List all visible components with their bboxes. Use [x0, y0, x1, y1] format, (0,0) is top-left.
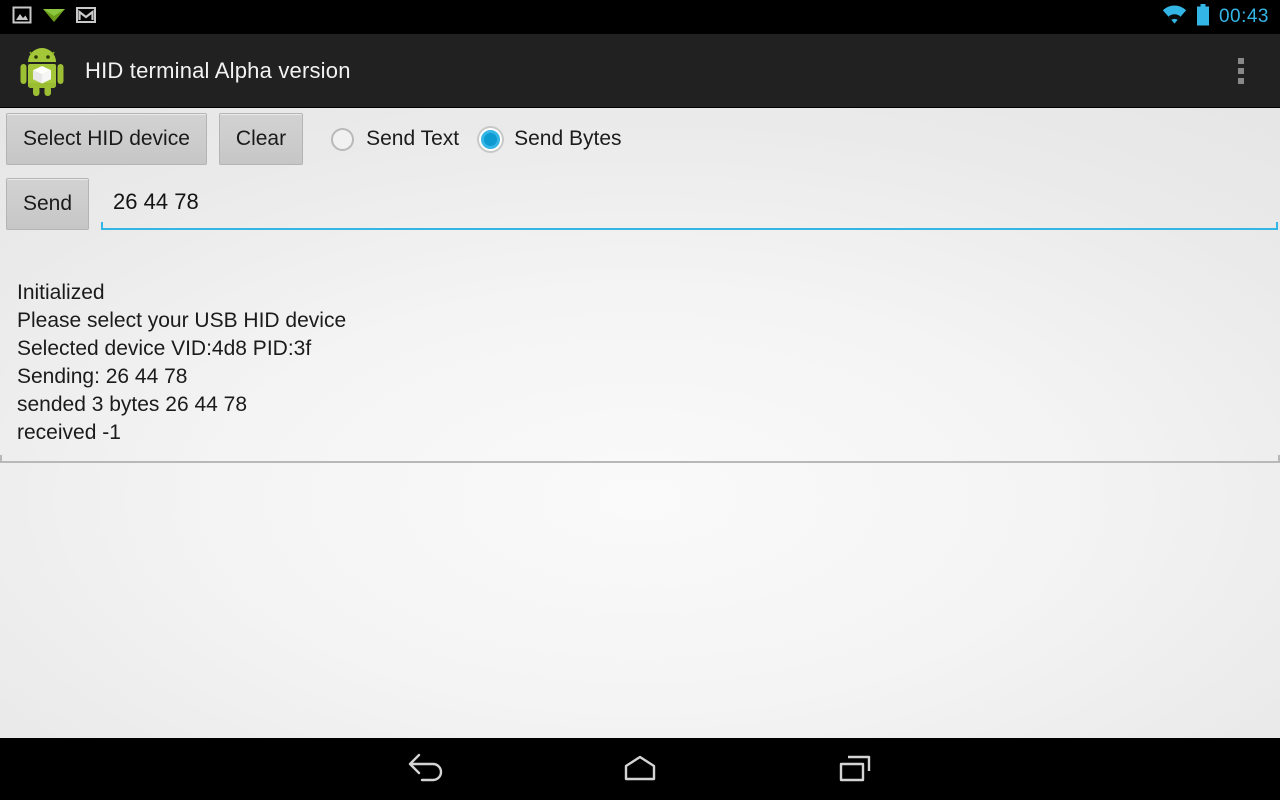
send-input-container [101, 178, 1280, 234]
download-triangle-icon [42, 5, 66, 30]
status-bar-clock: 00:43 [1218, 5, 1269, 27]
battery-icon [1196, 3, 1210, 31]
photo-icon [12, 5, 32, 30]
clear-button[interactable]: Clear [218, 113, 304, 165]
page-title: HID terminal Alpha version [85, 57, 351, 83]
android-screen: 00:43 HID terminal Alpha version Select … [0, 0, 1280, 800]
send-row: Send [0, 178, 1280, 234]
log-output-text[interactable]: Initialized Please select your USB HID d… [0, 273, 1280, 453]
overflow-dot [1238, 57, 1244, 64]
radio-send-text[interactable]: Send Text [331, 127, 459, 151]
log-output-underline [0, 455, 1280, 463]
android-robot-icon [17, 45, 67, 97]
status-bar-notification-icons [0, 5, 96, 30]
status-bar: 00:43 [0, 0, 1280, 34]
home-icon[interactable] [565, 738, 715, 800]
radio-send-bytes[interactable]: Send Bytes [479, 127, 622, 151]
app-content: Select HID device Clear Send Text Send B… [0, 108, 1280, 738]
send-button[interactable]: Send [6, 178, 90, 230]
overflow-dot [1238, 77, 1244, 84]
select-hid-device-button[interactable]: Select HID device [6, 113, 207, 165]
radio-send-text-label: Send Text [366, 127, 460, 150]
recents-icon[interactable] [780, 738, 930, 800]
send-input-underline [101, 222, 1278, 230]
overflow-menu-icon[interactable] [1228, 49, 1254, 93]
action-bar: HID terminal Alpha version [0, 34, 1280, 108]
controls-row: Select HID device Clear Send Text Send B… [0, 113, 622, 165]
radio-circle-checked-icon[interactable] [479, 127, 503, 151]
send-mode-radio-group: Send Text Send Bytes [331, 127, 622, 151]
log-output-area: Initialized Please select your USB HID d… [0, 273, 1280, 463]
radio-circle-unchecked-icon[interactable] [331, 127, 355, 151]
radio-send-bytes-label: Send Bytes [514, 127, 622, 150]
wifi-icon [1162, 5, 1187, 30]
back-arrow-icon[interactable] [350, 738, 500, 800]
overflow-dot [1238, 67, 1244, 74]
status-bar-system-icons: 00:43 [1162, 3, 1280, 31]
gmail-icon [76, 6, 96, 29]
send-input[interactable] [101, 178, 1280, 226]
navigation-bar [0, 738, 1280, 800]
